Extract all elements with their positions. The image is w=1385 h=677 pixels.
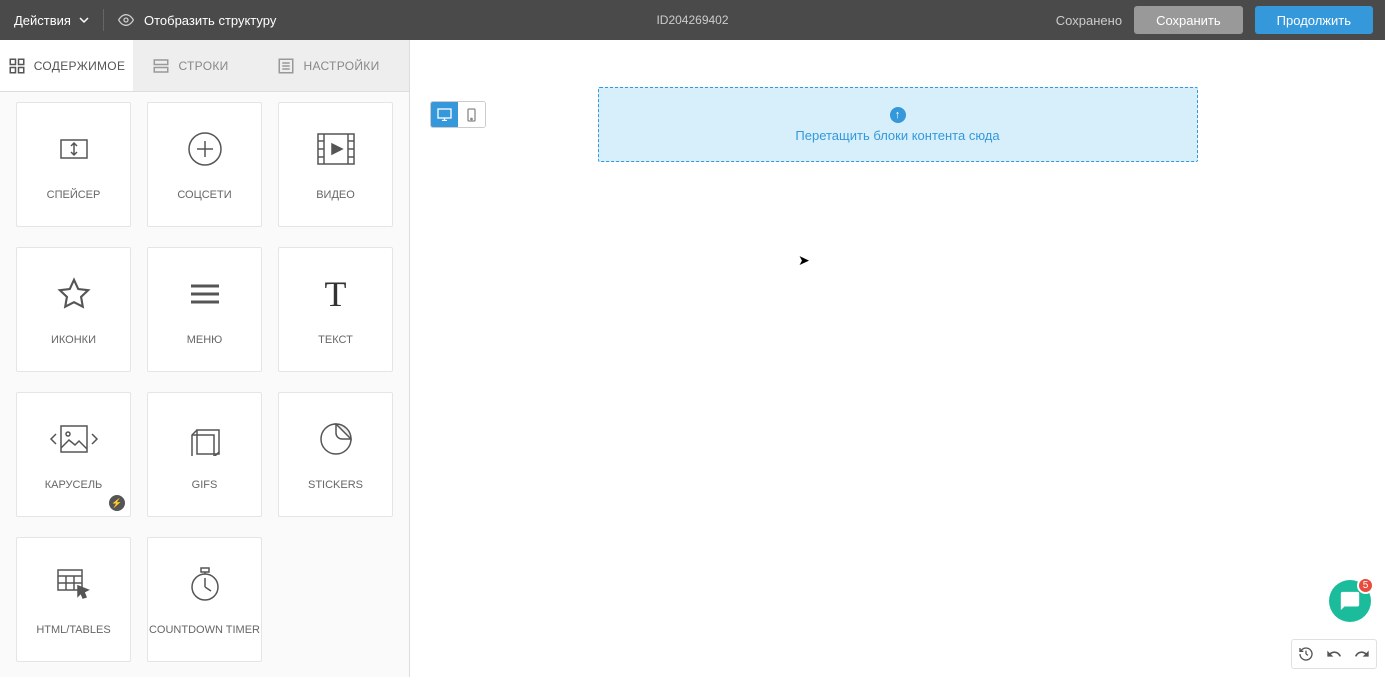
tab-content-label: СОДЕРЖИМОЕ (34, 59, 126, 73)
html-icon (56, 561, 92, 607)
block-spacer-label: СПЕЙСЕР (47, 188, 101, 202)
redo-button[interactable] (1348, 640, 1376, 668)
continue-button[interactable]: Продолжить (1255, 6, 1373, 34)
document-id: ID204269402 (656, 13, 728, 27)
chevron-down-icon (79, 15, 89, 25)
mobile-view-button[interactable] (458, 102, 485, 127)
top-right-group: Сохранено Сохранить Продолжить (1056, 6, 1385, 34)
block-carousel[interactable]: КАРУСЕЛЬ ⚡ (16, 392, 131, 517)
block-video-label: ВИДЕО (316, 188, 355, 202)
block-timer-label: COUNTDOWN TIMER (149, 623, 260, 637)
stickers-icon (319, 416, 353, 462)
social-icon (187, 126, 223, 172)
video-icon (316, 126, 356, 172)
history-button[interactable] (1292, 640, 1320, 668)
star-icon (57, 271, 91, 317)
show-structure-label: Отобразить структуру (144, 13, 276, 28)
content-blocks-grid: СПЕЙСЕР СОЦСЕТИ ВИДЕО ИКОНКИ МЕНЮ T ТЕКС… (0, 92, 409, 677)
block-spacer[interactable]: СПЕЙСЕР (16, 102, 131, 227)
block-video[interactable]: ВИДЕО (278, 102, 393, 227)
block-text[interactable]: T ТЕКСТ (278, 247, 393, 372)
block-menu-label: МЕНЮ (187, 333, 223, 347)
sidebar-tabs: СОДЕРЖИМОЕ СТРОКИ НАСТРОЙКИ (0, 40, 409, 92)
block-gifs-label: GIFS (192, 478, 218, 492)
carousel-icon (47, 416, 101, 462)
main-area: СОДЕРЖИМОЕ СТРОКИ НАСТРОЙКИ СПЕЙСЕР СОЦС… (0, 40, 1385, 677)
timer-icon (189, 561, 221, 607)
actions-dropdown[interactable]: Действия (0, 0, 103, 40)
cursor-icon: ➤ (798, 252, 810, 269)
spacer-icon (57, 126, 91, 172)
grid-icon (8, 57, 26, 75)
gifs-icon (189, 416, 221, 462)
chat-badge: 5 (1357, 577, 1374, 594)
eye-icon (118, 12, 134, 28)
menu-icon (189, 271, 221, 317)
undo-icon (1326, 646, 1342, 662)
block-carousel-label: КАРУСЕЛЬ (45, 478, 103, 492)
content-dropzone[interactable]: ↑ Перетащить блоки контента сюда (598, 87, 1198, 162)
desktop-icon (437, 108, 452, 121)
tab-content[interactable]: СОДЕРЖИМОЕ (0, 40, 133, 91)
block-icons-label: ИКОНКИ (51, 333, 96, 347)
tab-rows[interactable]: СТРОКИ (133, 40, 248, 91)
block-html-label: HTML/TABLES (36, 623, 110, 637)
mobile-icon (467, 108, 476, 122)
block-html[interactable]: HTML/TABLES (16, 537, 131, 662)
settings-icon (277, 57, 295, 75)
canvas-area: ↑ Перетащить блоки контента сюда ➤ (410, 40, 1385, 677)
tab-settings-label: НАСТРОЙКИ (303, 59, 379, 73)
top-toolbar: Действия Отобразить структуру ID20426940… (0, 0, 1385, 40)
arrow-up-circle-icon: ↑ (890, 107, 906, 123)
actions-label: Действия (14, 13, 71, 28)
desktop-view-button[interactable] (431, 102, 458, 127)
block-stickers[interactable]: STICKERS (278, 392, 393, 517)
block-social-label: СОЦСЕТИ (177, 188, 231, 202)
redo-icon (1354, 646, 1370, 662)
chat-button[interactable]: 5 (1329, 580, 1371, 622)
footer-controls (1291, 639, 1377, 669)
block-stickers-label: STICKERS (308, 478, 363, 492)
text-icon: T (325, 271, 347, 317)
dropzone-text: Перетащить блоки контента сюда (795, 128, 999, 143)
bolt-badge-icon: ⚡ (109, 495, 125, 511)
chat-icon (1339, 590, 1361, 612)
block-timer[interactable]: COUNTDOWN TIMER (147, 537, 262, 662)
rows-icon (152, 57, 170, 75)
tab-rows-label: СТРОКИ (178, 59, 228, 73)
block-text-label: ТЕКСТ (318, 333, 353, 347)
block-menu[interactable]: МЕНЮ (147, 247, 262, 372)
tab-settings[interactable]: НАСТРОЙКИ (248, 40, 409, 91)
block-icons[interactable]: ИКОНКИ (16, 247, 131, 372)
history-icon (1298, 646, 1314, 662)
show-structure-button[interactable]: Отобразить структуру (104, 12, 290, 28)
undo-button[interactable] (1320, 640, 1348, 668)
block-social[interactable]: СОЦСЕТИ (147, 102, 262, 227)
saved-status: Сохранено (1056, 13, 1122, 28)
device-toggle (430, 101, 486, 128)
save-button[interactable]: Сохранить (1134, 6, 1243, 34)
sidebar: СОДЕРЖИМОЕ СТРОКИ НАСТРОЙКИ СПЕЙСЕР СОЦС… (0, 40, 410, 677)
block-gifs[interactable]: GIFS (147, 392, 262, 517)
history-controls (1291, 639, 1377, 669)
